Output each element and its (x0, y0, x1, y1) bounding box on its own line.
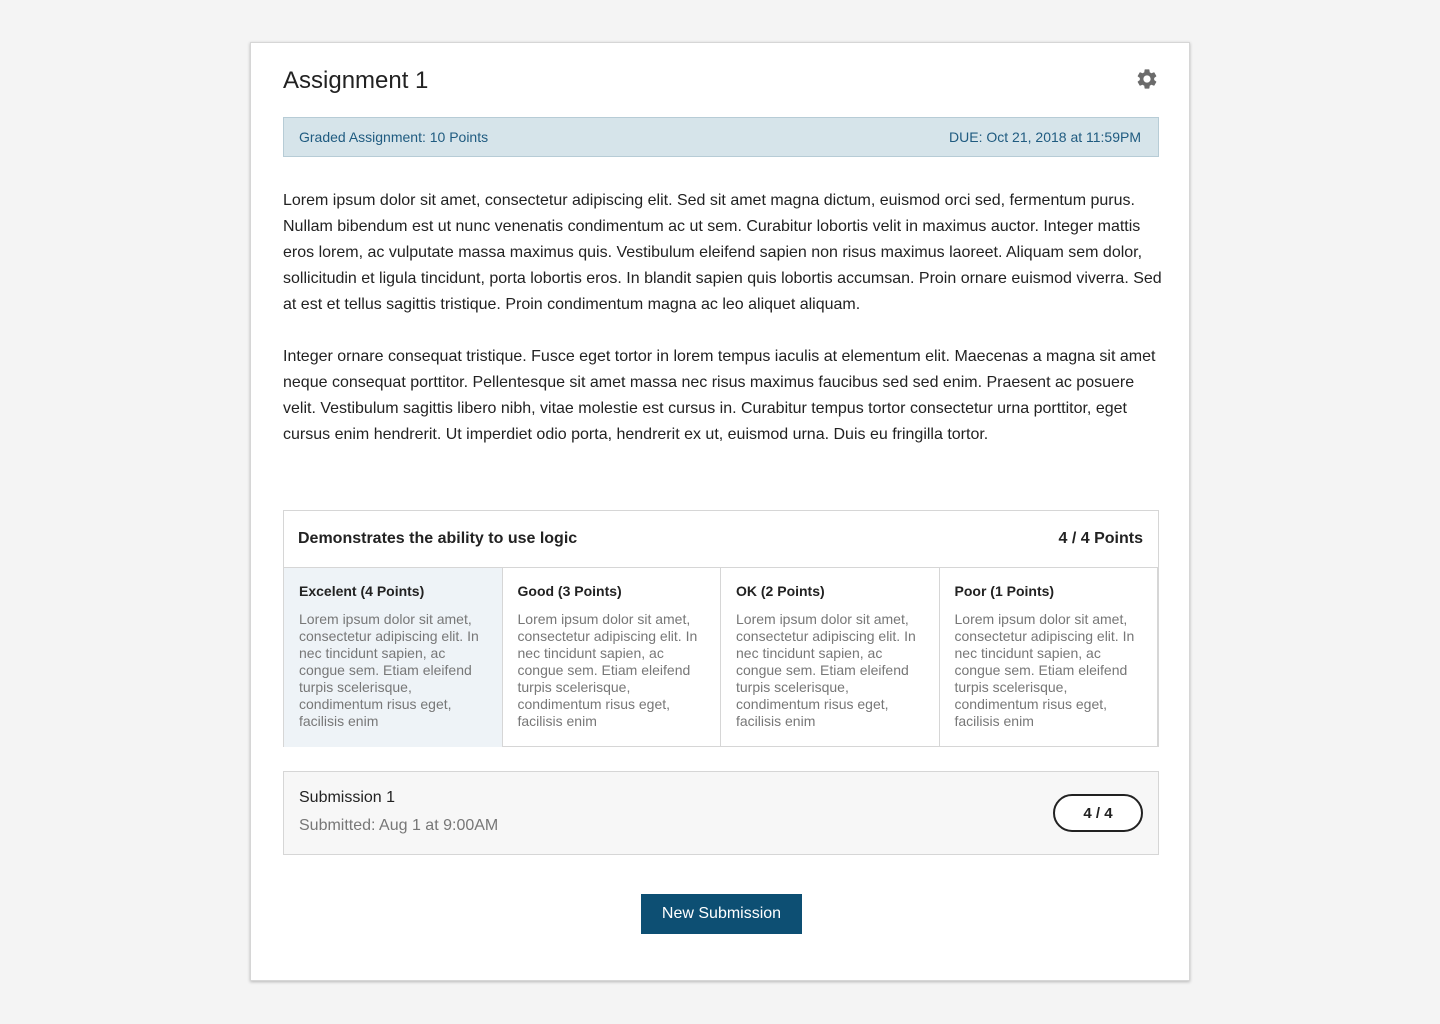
gear-icon[interactable] (1135, 67, 1159, 91)
criterion-excellent[interactable]: Excelent (4 Points) Lorem ipsum dolor si… (284, 568, 503, 747)
criterion-label: Good (3 Points) (517, 583, 622, 599)
rubric-criteria: Excelent (4 Points) Lorem ipsum dolor si… (284, 568, 1158, 747)
assignment-description: Lorem ipsum dolor sit amet, consectetur … (283, 188, 1163, 474)
description-paragraph: Lorem ipsum dolor sit amet, consectetur … (283, 192, 1162, 313)
criterion-poor[interactable]: Poor (1 Points) Lorem ipsum dolor sit am… (940, 568, 1158, 747)
rubric-header: Demonstrates the ability to use logic 4 … (284, 511, 1158, 568)
submission-score-badge: 4 / 4 (1053, 794, 1143, 832)
graded-points-label: Graded Assignment: 10 Points (299, 129, 489, 145)
rubric-table: Demonstrates the ability to use logic 4 … (283, 510, 1159, 747)
assignment-info-bar: Graded Assignment: 10 Points DUE: Oct 21… (283, 117, 1159, 157)
criterion-good[interactable]: Good (3 Points) Lorem ipsum dolor sit am… (503, 568, 721, 747)
criterion-description: Lorem ipsum dolor sit amet, consectetur … (954, 611, 1135, 729)
assignment-card: Assignment 1 Graded Assignment: 10 Point… (250, 42, 1190, 981)
criterion-label: Excelent (4 Points) (299, 583, 425, 599)
criterion-ok[interactable]: OK (2 Points) Lorem ipsum dolor sit amet… (721, 568, 940, 747)
criterion-description: Lorem ipsum dolor sit amet, consectetur … (736, 611, 916, 729)
criterion-label: OK (2 Points) (736, 583, 825, 599)
criterion-description: Lorem ipsum dolor sit amet, consectetur … (517, 611, 698, 729)
submission-title: Submission 1 (299, 789, 396, 806)
submission-date: Submitted: Aug 1 at 9:00AM (299, 817, 499, 834)
rubric-score: 4 / 4 Points (1058, 530, 1143, 547)
submission-item[interactable]: Submission 1 Submitted: Aug 1 at 9:00AM … (283, 771, 1159, 855)
page-title: Assignment 1 (283, 67, 429, 94)
due-date-label: DUE: Oct 21, 2018 at 11:59PM (949, 129, 1141, 145)
criterion-description: Lorem ipsum dolor sit amet, consectetur … (299, 611, 479, 729)
description-paragraph: Integer ornare consequat tristique. Fusc… (283, 348, 1156, 443)
criterion-label: Poor (1 Points) (954, 583, 1055, 599)
rubric-title: Demonstrates the ability to use logic (298, 530, 578, 547)
new-submission-button[interactable]: New Submission (641, 894, 802, 934)
